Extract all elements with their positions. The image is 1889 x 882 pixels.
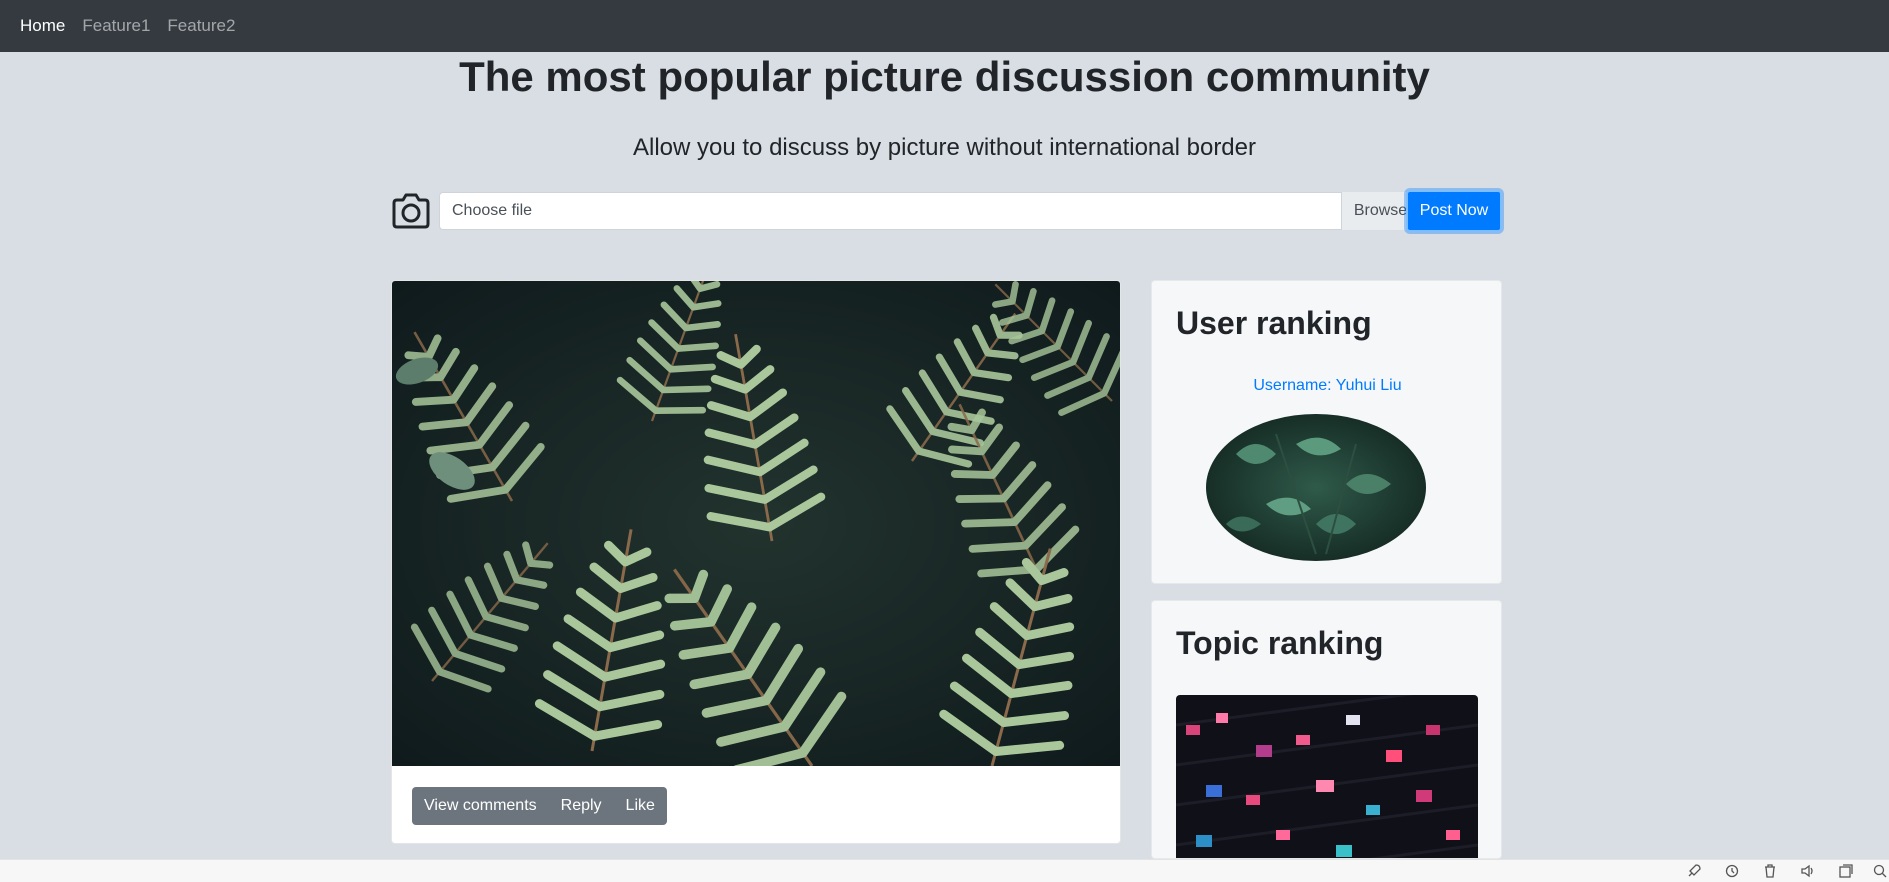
post-actions: View comments Reply Like (412, 787, 667, 825)
page-subtitle: Allow you to discuss by picture without … (633, 134, 1256, 161)
post-card: View comments Reply Like (391, 280, 1121, 844)
rocket-icon[interactable] (1686, 863, 1702, 879)
search-icon[interactable] (1872, 863, 1888, 879)
file-input-placeholder: Choose file (452, 202, 533, 219)
rotate-icon[interactable] (1724, 863, 1740, 879)
nav-item-home[interactable]: Home (20, 16, 65, 36)
post-now-button[interactable]: Post Now (1406, 190, 1502, 232)
topic-image[interactable] (1176, 695, 1478, 859)
topic-ranking-title: Topic ranking (1176, 625, 1384, 661)
user-ranking-card: User ranking Username: Yuhui Liu (1151, 280, 1502, 584)
username-link[interactable]: Username: Yuhui Liu (1152, 377, 1501, 395)
trash-icon[interactable] (1762, 863, 1778, 879)
window-icon[interactable] (1838, 863, 1854, 879)
navbar: Home Feature1 Feature2 (0, 0, 1889, 52)
upload-form: Choose file Browse Post Now (390, 190, 1502, 232)
camera-icon (392, 193, 430, 229)
file-input[interactable]: Choose file Browse (439, 192, 1420, 230)
page-title: The most popular picture discussion comm… (459, 53, 1430, 100)
like-button[interactable]: Like (614, 787, 667, 825)
nav-item-feature1[interactable]: Feature1 (82, 16, 150, 36)
post-image (392, 281, 1120, 766)
view-comments-button[interactable]: View comments (412, 787, 549, 825)
user-ranking-title: User ranking (1176, 305, 1372, 341)
avatar (1206, 414, 1426, 561)
bottom-toolbar (0, 859, 1889, 882)
nav-item-feature2[interactable]: Feature2 (167, 16, 235, 36)
topic-ranking-card: Topic ranking (1151, 600, 1502, 859)
reply-button[interactable]: Reply (549, 787, 614, 825)
speaker-icon[interactable] (1800, 863, 1816, 879)
